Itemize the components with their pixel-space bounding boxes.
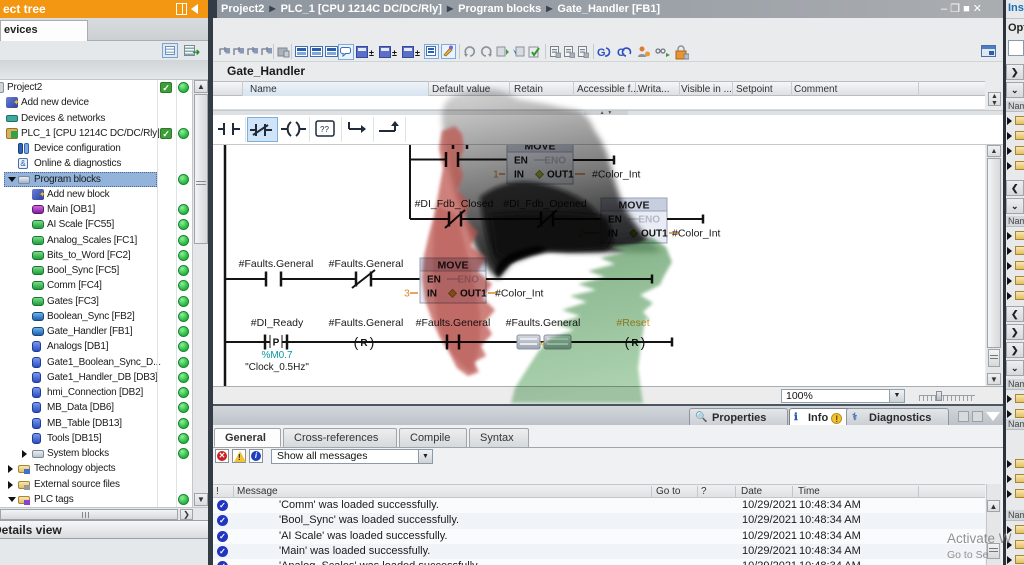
svg-text:±: ± bbox=[369, 48, 374, 58]
svg-text:#DI_Fdb_Opened: #DI_Fdb_Opened bbox=[503, 198, 587, 210]
svg-text:): ) bbox=[370, 334, 375, 350]
svg-text:1: 1 bbox=[493, 169, 499, 181]
svg-text:ENO: ENO bbox=[544, 156, 566, 167]
svg-text:ENO: ENO bbox=[638, 215, 660, 226]
svg-text:3: 3 bbox=[404, 288, 410, 300]
svg-text:#Color_Int: #Color_Int bbox=[592, 169, 641, 181]
svg-text:EN: EN bbox=[427, 275, 441, 286]
svg-text:MOVE: MOVE bbox=[438, 260, 469, 272]
svg-text:#Faults.General: #Faults.General bbox=[329, 317, 404, 329]
svg-text:??: ?? bbox=[320, 125, 329, 134]
svg-text:#Color_Int: #Color_Int bbox=[672, 228, 721, 240]
svg-text:#Faults.General: #Faults.General bbox=[329, 258, 404, 270]
svg-text:): ) bbox=[641, 334, 646, 350]
svg-text:#Faults.General: #Faults.General bbox=[506, 317, 581, 329]
svg-text:OUT1: OUT1 bbox=[460, 289, 487, 300]
svg-text:%M0.7: %M0.7 bbox=[261, 350, 293, 361]
svg-text:#DI_Ready: #DI_Ready bbox=[251, 317, 304, 329]
svg-text:IN: IN bbox=[608, 229, 618, 240]
svg-text:R: R bbox=[360, 338, 368, 349]
svg-text:»: » bbox=[539, 338, 544, 348]
svg-text:MOVE: MOVE bbox=[619, 200, 650, 212]
svg-text:OUT1: OUT1 bbox=[547, 170, 574, 181]
svg-text:R: R bbox=[631, 338, 639, 349]
svg-text:"Clock_0.5Hz": "Clock_0.5Hz" bbox=[245, 362, 309, 373]
svg-text:P: P bbox=[273, 338, 280, 349]
svg-text:±: ± bbox=[415, 48, 420, 58]
svg-text:#Faults.General: #Faults.General bbox=[416, 317, 491, 329]
svg-text:IN: IN bbox=[514, 170, 524, 181]
svg-text:#Reset: #Reset bbox=[616, 317, 649, 329]
svg-text:#Faults.General: #Faults.General bbox=[239, 258, 314, 270]
svg-text:EN: EN bbox=[514, 156, 528, 167]
svg-text:(: ( bbox=[625, 334, 630, 350]
svg-text:ENO: ENO bbox=[457, 275, 479, 286]
svg-text:#Color_Int: #Color_Int bbox=[495, 288, 544, 300]
svg-text:±: ± bbox=[392, 48, 397, 58]
svg-text:#DI_Fdb_Closed: #DI_Fdb_Closed bbox=[415, 198, 494, 210]
svg-text:(: ( bbox=[354, 334, 359, 350]
svg-text:2: 2 bbox=[578, 228, 584, 240]
svg-text:G: G bbox=[597, 47, 606, 59]
svg-text:EN: EN bbox=[608, 215, 622, 226]
svg-text:IN: IN bbox=[427, 289, 437, 300]
svg-text:MOVE: MOVE bbox=[525, 145, 556, 153]
svg-text:OUT1: OUT1 bbox=[641, 229, 668, 240]
